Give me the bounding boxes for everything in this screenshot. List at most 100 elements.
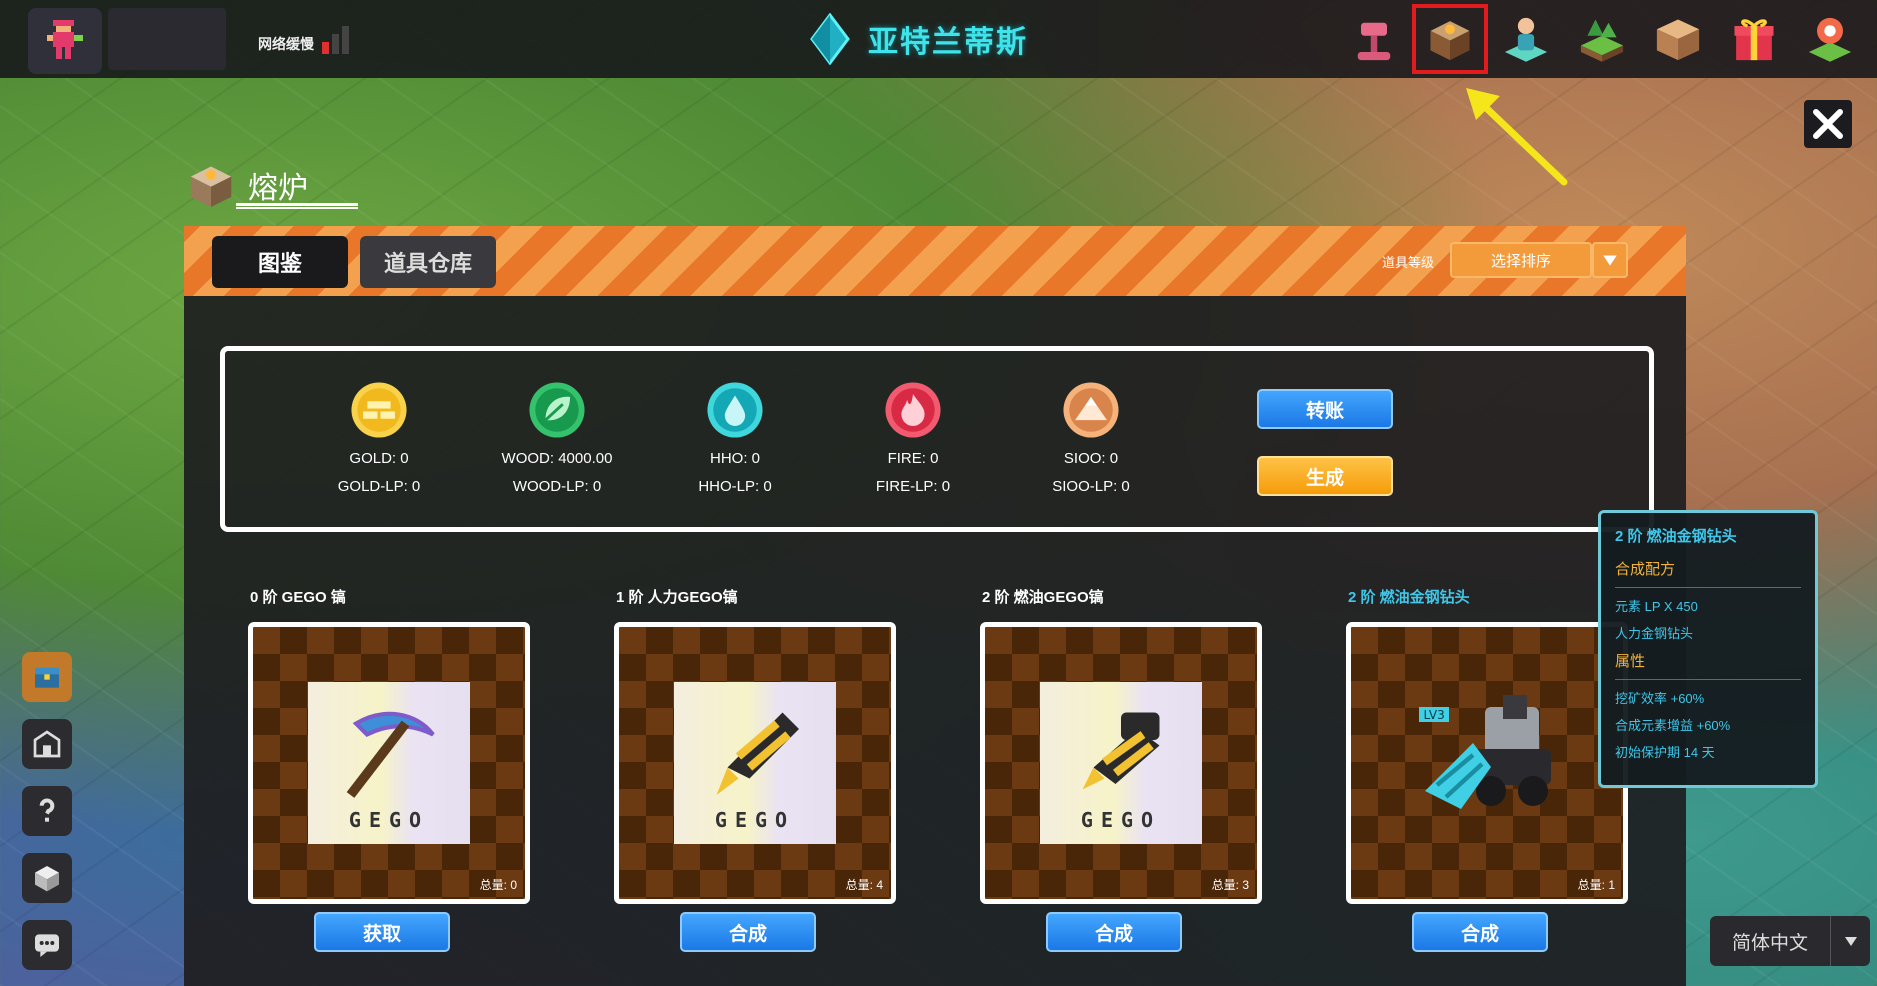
pickaxe-icon (346, 711, 435, 798)
close-icon (1813, 109, 1843, 139)
divider (1615, 587, 1801, 588)
craft-button[interactable]: 合成 (1046, 912, 1182, 952)
recipe-line: 元素 LP X 450 (1615, 599, 1698, 614)
top-icon-bar (1336, 4, 1868, 74)
item-image: GEGO (1040, 682, 1202, 844)
drill-icon (716, 712, 799, 795)
item-count: 总量: 0 (479, 878, 517, 892)
land-plot-icon (1580, 19, 1624, 62)
help-button[interactable] (22, 786, 72, 836)
gego-brand: GEGO (348, 808, 430, 832)
divider (1615, 679, 1801, 680)
pixel-character-icon (47, 20, 83, 59)
item-card: 2 阶 燃油GEGO镐 GEGO 总量: 3 合成 (980, 586, 1264, 952)
tab-strip: 图鉴 道具仓库 道具等级 选择排序 (184, 226, 1686, 296)
fuel-drill-icon (1082, 712, 1160, 790)
recipe-line: 人力金钢钻头 (1615, 626, 1694, 641)
fire-value: FIRE: 0 (887, 450, 939, 467)
hho-value: HHO: 0 (709, 450, 760, 467)
wood-lp-value: WOOD-LP: 0 (512, 478, 602, 495)
chest-icon (35, 667, 59, 688)
map-pin-icon (1808, 17, 1852, 62)
network-status-label: 网络缓慢 (258, 36, 314, 52)
item-title: 2 阶 燃油GEGO镐 (982, 589, 1104, 606)
water-drop-icon (706, 381, 764, 439)
language-label: 简体中文 (1731, 932, 1808, 954)
fire-lp-value: FIRE-LP: 0 (875, 478, 951, 495)
item-image-frame[interactable]: GEGO 总量: 0 (248, 622, 530, 904)
gego-brand: GEGO (714, 808, 796, 832)
tab-item-warehouse[interactable]: 道具仓库 (360, 236, 496, 288)
chat-button[interactable] (22, 920, 72, 970)
leaf-icon (528, 381, 586, 439)
land-plot-button[interactable] (1564, 4, 1640, 74)
furnace-button[interactable] (1412, 4, 1488, 74)
sort-dropdown-button[interactable] (1592, 242, 1628, 278)
map-pin-button[interactable] (1792, 4, 1868, 74)
element-wood: WOOD: 4000.00 WOOD-LP: 0 (467, 381, 647, 497)
item-image-frame[interactable]: GEGO 总量: 3 (980, 622, 1262, 904)
wood-value: WOOD: 4000.00 (501, 450, 613, 467)
game-title-group: 亚特兰蒂斯 (810, 10, 1028, 68)
tooltip-title: 2 阶 燃油金钢钻头 (1615, 528, 1737, 545)
language-select[interactable]: 简体中文 (1710, 916, 1870, 966)
item-title: 1 阶 人力GEGO镐 (616, 589, 738, 606)
top-bar: 网络缓慢 亚特兰蒂斯 (0, 0, 1877, 78)
character-icon (1504, 17, 1548, 62)
tab-catalog[interactable]: 图鉴 (212, 236, 348, 288)
flame-icon (884, 381, 942, 439)
obtain-button[interactable]: 获取 (314, 912, 450, 952)
player-name-box (108, 8, 226, 70)
item-title: 2 阶 燃油金钢钻头 (1348, 589, 1470, 606)
hammer-icon (1357, 22, 1391, 61)
attribute-line: 挖矿效率 +60% (1615, 691, 1705, 706)
close-button[interactable] (1804, 100, 1852, 148)
level-badge: LV3 (1424, 708, 1445, 722)
attribute-line: 合成元素增益 +60% (1615, 718, 1731, 733)
element-gold: GOLD: 0 GOLD-LP: 0 (289, 381, 469, 497)
chest-button[interactable] (22, 652, 72, 702)
item-image-frame[interactable]: GEGO 总量: 4 (614, 622, 896, 904)
character-button[interactable] (1488, 4, 1564, 74)
item-card: 1 阶 人力GEGO镐 GEGO 总量: 4 合成 (614, 586, 898, 952)
furnace-title: 熔炉 (248, 171, 308, 206)
craft-button[interactable]: 合成 (680, 912, 816, 952)
left-sidebar (22, 652, 74, 986)
element-balance-box: GOLD: 0 GOLD-LP: 0 WOOD: 4000.00 WOOD-LP… (220, 346, 1654, 532)
chat-icon (35, 934, 59, 957)
item-tooltip: 2 阶 燃油金钢钻头 合成配方 元素 LP X 450 人力金钢钻头 属性 挖矿… (1598, 510, 1818, 788)
element-fire: FIRE: 0 FIRE-LP: 0 (823, 381, 1003, 497)
furnace-icon (190, 166, 232, 207)
item-title: 0 阶 GEGO 镐 (250, 589, 346, 606)
tooltip-attr-label: 属性 (1615, 653, 1646, 670)
help-icon (39, 798, 55, 822)
warehouse-button[interactable] (1640, 4, 1716, 74)
craft-button[interactable]: 合成 (1412, 912, 1548, 952)
language-dropdown-button[interactable] (1830, 916, 1870, 966)
home-button[interactable] (22, 719, 72, 769)
transfer-button[interactable]: 转账 (1257, 389, 1393, 429)
item-image: GEGO (674, 682, 836, 844)
item-count: 总量: 4 (845, 878, 883, 892)
generate-button[interactable]: 生成 (1257, 456, 1393, 496)
item-image: GEGO (308, 682, 470, 844)
tooltip-recipe-label: 合成配方 (1615, 561, 1676, 578)
gift-icon (1734, 19, 1774, 61)
item-card: 2 阶 燃油金钢钻头 LV3 总量: 1 合成 (1346, 586, 1630, 952)
hammer-button[interactable] (1336, 4, 1412, 74)
mountain-icon (1062, 381, 1120, 439)
furnace-panel: 图鉴 道具仓库 道具等级 选择排序 GOLD: 0 GOLD-LP: 0 WOO… (184, 226, 1686, 986)
cube-icon (35, 866, 59, 892)
sort-select[interactable]: 选择排序 (1450, 242, 1592, 278)
item-count: 总量: 3 (1211, 878, 1249, 892)
home-icon (33, 730, 61, 758)
inventory-button[interactable] (22, 853, 72, 903)
sioo-lp-value: SIOO-LP: 0 (1052, 478, 1130, 495)
furnace-icon (1430, 21, 1470, 61)
gift-button[interactable] (1716, 4, 1792, 74)
signal-icon (322, 26, 356, 54)
player-avatar[interactable] (28, 8, 102, 74)
gego-brand: GEGO (1080, 808, 1162, 832)
element-sioo: SIOO: 0 SIOO-LP: 0 (1001, 381, 1181, 497)
item-image-frame[interactable]: LV3 总量: 1 (1346, 622, 1628, 904)
